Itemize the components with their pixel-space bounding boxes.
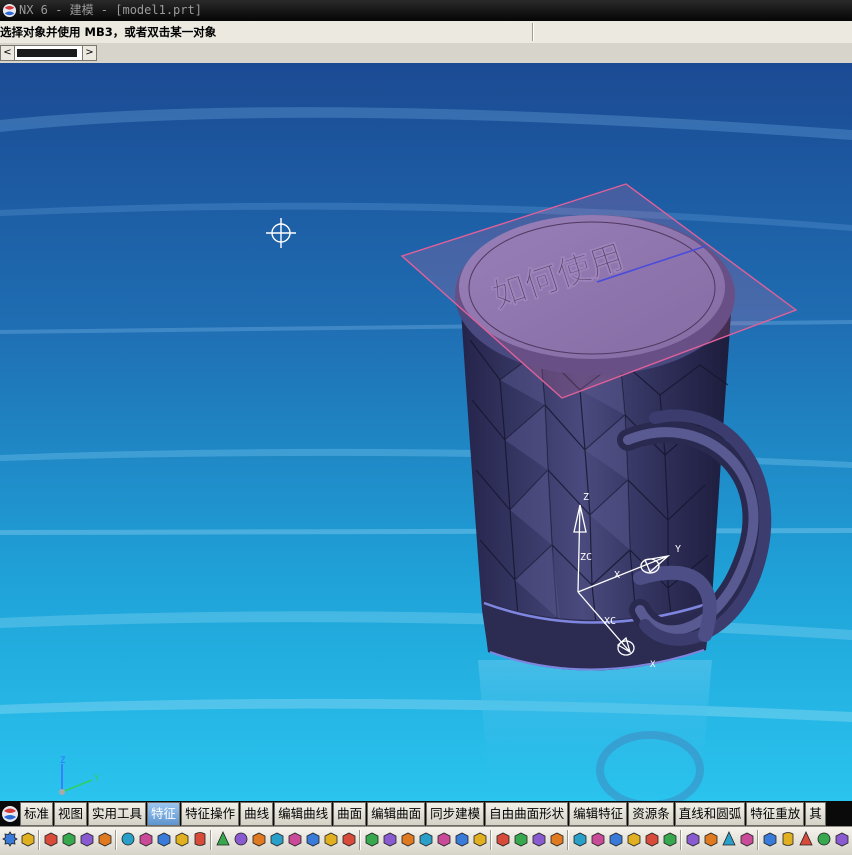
cube-icon[interactable] — [762, 831, 778, 847]
scale-icon[interactable] — [662, 831, 678, 847]
unite-icon[interactable] — [572, 831, 588, 847]
tab-8[interactable]: 编辑曲面 — [367, 802, 426, 826]
sew-icon[interactable] — [626, 831, 642, 847]
draft-icon[interactable] — [436, 831, 452, 847]
scroll-thumb[interactable] — [17, 49, 77, 57]
triad-label-xc: XC — [604, 616, 616, 627]
nx-logo-icon[interactable] — [1, 805, 19, 823]
thread-icon[interactable] — [454, 831, 470, 847]
cone-icon[interactable] — [215, 831, 231, 847]
transform-icon[interactable] — [834, 831, 850, 847]
pocket-icon[interactable] — [287, 831, 303, 847]
hole-icon[interactable] — [251, 831, 267, 847]
datum-icon[interactable] — [61, 831, 77, 847]
arrow-up-icon[interactable] — [721, 831, 737, 847]
slot-icon[interactable] — [323, 831, 339, 847]
mini-triad-y: Y — [94, 774, 100, 784]
toolbar-separator — [38, 830, 40, 850]
groove-icon[interactable] — [341, 831, 357, 847]
offset-face-icon[interactable] — [472, 831, 488, 847]
feature-toolbar — [0, 826, 852, 855]
graphics-viewport[interactable]: 如何使用 Z ZC XC X Y X Z Y — [0, 63, 852, 801]
toolbar-separator — [115, 830, 117, 850]
triad-right-x: X — [650, 660, 656, 670]
move-icon[interactable] — [739, 831, 755, 847]
tab-7[interactable]: 曲面 — [333, 802, 367, 826]
nx-app-icon[interactable] — [2, 3, 17, 18]
thicken-icon[interactable] — [644, 831, 660, 847]
chamfer-icon[interactable] — [400, 831, 416, 847]
scroll-left-button[interactable]: < — [0, 45, 15, 61]
toolbar-separator — [757, 830, 759, 850]
tab-2[interactable]: 实用工具 — [88, 802, 147, 826]
toolbar-tabs: 标准 视图 实用工具 特征 特征操作 曲线 编辑曲线 曲面 编辑曲面 同步建模 自由曲面形状 编辑特征… — [20, 802, 827, 826]
boss-icon[interactable] — [269, 831, 285, 847]
pattern-icon[interactable] — [495, 831, 511, 847]
toolbar-tab-bar: 标准 视图 实用工具 特征 特征操作 曲线 编辑曲线 曲面 编辑曲面 同步建模 自由曲面形状 编辑特征… — [0, 801, 852, 826]
pad-icon[interactable] — [305, 831, 321, 847]
triad-label-y: Y — [675, 544, 681, 555]
tab-10[interactable]: 自由曲面形状 — [485, 802, 569, 826]
window-title: NX 6 - 建模 - [model1.prt] — [19, 3, 202, 17]
tab-5[interactable]: 曲线 — [240, 802, 274, 826]
cylinder-solid-icon[interactable] — [780, 831, 796, 847]
revolve-icon[interactable] — [156, 831, 172, 847]
point-icon[interactable] — [120, 831, 136, 847]
datum-axis-icon[interactable] — [79, 831, 95, 847]
triad-label-zc: ZC — [580, 552, 592, 563]
status-bar: 选择对象并使用 MB3，或者双击某一对象 — [0, 21, 852, 44]
mirror-icon[interactable] — [513, 831, 529, 847]
tab-9[interactable]: 同步建模 — [426, 802, 485, 826]
toolbar-separator — [680, 830, 682, 850]
block-icon[interactable] — [174, 831, 190, 847]
cone-solid-icon[interactable] — [798, 831, 814, 847]
svg-text:X: X — [650, 660, 656, 670]
triad-label-x: X — [614, 570, 620, 581]
wrap-icon[interactable] — [685, 831, 701, 847]
triad-label-z: Z — [583, 492, 589, 503]
tab-12[interactable]: 资源条 — [628, 802, 674, 826]
tab-4[interactable]: 特征操作 — [181, 802, 240, 826]
sheet-icon[interactable] — [703, 831, 719, 847]
emboss-icon[interactable] — [364, 831, 380, 847]
tab-0[interactable]: 标准 — [20, 802, 54, 826]
toolbar-separator — [490, 830, 492, 850]
tab-1[interactable]: 视图 — [54, 802, 88, 826]
toolbar-separator — [567, 830, 569, 850]
scroll-right-button[interactable]: > — [82, 45, 97, 61]
status-divider — [532, 23, 534, 41]
tab-11[interactable]: 编辑特征 — [569, 802, 628, 826]
datum-csys-icon[interactable] — [97, 831, 113, 847]
scroll-strip: < > — [0, 43, 852, 63]
extrude-icon[interactable] — [138, 831, 154, 847]
sphere-solid-icon[interactable] — [816, 831, 832, 847]
tab-14[interactable]: 特征重放 — [746, 802, 805, 826]
shell-icon[interactable] — [418, 831, 434, 847]
mini-triad-z: Z — [60, 756, 66, 766]
tab-15[interactable]: 其 — [805, 802, 826, 826]
sphere-icon[interactable] — [233, 831, 249, 847]
subtract-icon[interactable] — [590, 831, 606, 847]
selection-prompt: 选择对象并使用 MB3，或者双击某一对象 — [0, 25, 217, 39]
gear-icon[interactable] — [2, 831, 18, 847]
title-bar: NX 6 - 建模 - [model1.prt] — [0, 0, 852, 21]
intersect-icon[interactable] — [608, 831, 624, 847]
toolbar-separator — [210, 830, 212, 850]
tab-6[interactable]: 编辑曲线 — [274, 802, 333, 826]
toolbar-separator — [359, 830, 361, 850]
scroll-track[interactable] — [15, 45, 82, 61]
layers-icon[interactable] — [20, 831, 36, 847]
tab-13[interactable]: 直线和圆弧 — [674, 802, 746, 826]
trim-body-icon[interactable] — [531, 831, 547, 847]
cylinder-icon[interactable] — [192, 831, 208, 847]
tab-3[interactable]: 特征 — [147, 802, 181, 826]
cup-reflection — [478, 660, 712, 801]
split-body-icon[interactable] — [549, 831, 565, 847]
sketch-icon[interactable] — [43, 831, 59, 847]
blend-icon[interactable] — [382, 831, 398, 847]
